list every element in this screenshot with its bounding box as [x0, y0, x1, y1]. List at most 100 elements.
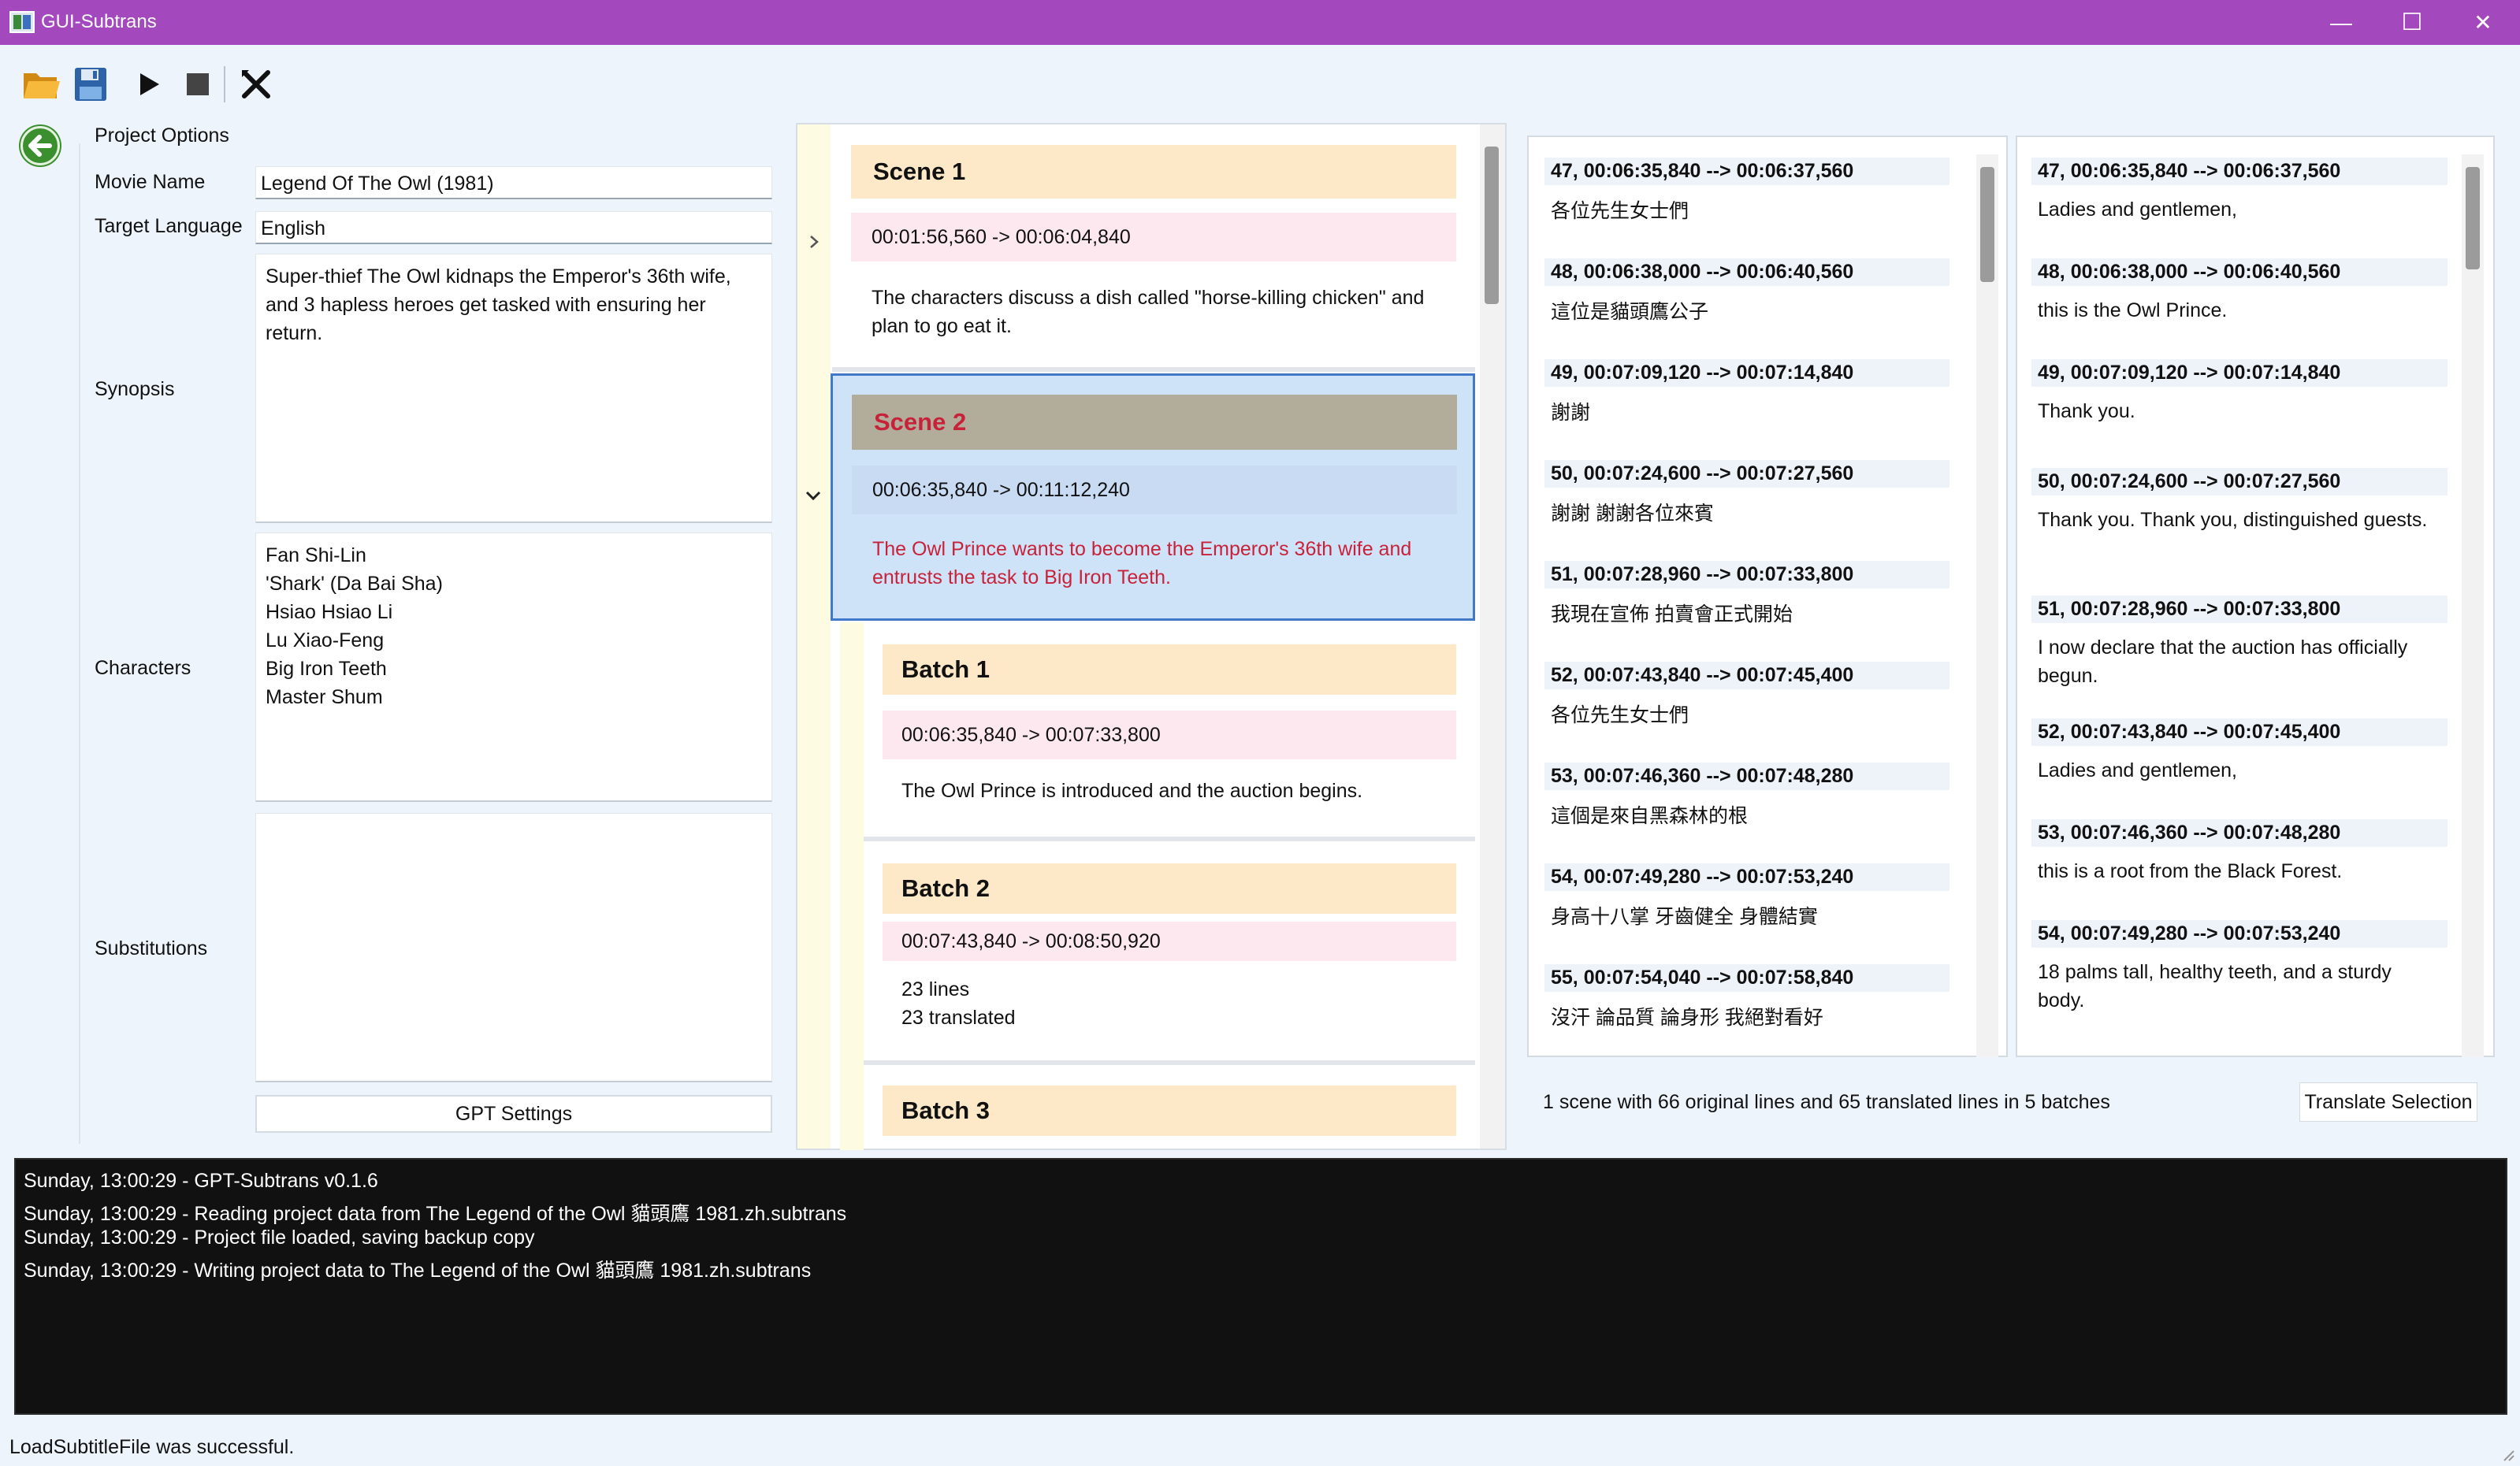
- scene-title: Scene 2: [852, 395, 1457, 450]
- project-options-frame: [79, 143, 80, 1144]
- gpt-settings-button[interactable]: GPT Settings: [255, 1095, 772, 1133]
- scene1-expand-toggle[interactable]: [805, 233, 823, 254]
- translated-line-text[interactable]: Thank you. Thank you, distinguished gues…: [2031, 506, 2441, 534]
- translated-line-header[interactable]: 49, 00:07:09,120 --> 00:07:14,840: [2031, 359, 2448, 387]
- window-title: GUI-Subtrans: [41, 11, 157, 32]
- scene2-collapse-toggle[interactable]: [804, 487, 823, 508]
- original-line-header[interactable]: 49, 00:07:09,120 --> 00:07:14,840: [1544, 359, 1949, 387]
- original-scrollbar-thumb[interactable]: [1980, 167, 1994, 282]
- translated-line-header[interactable]: 54, 00:07:49,280 --> 00:07:53,240: [2031, 920, 2448, 948]
- synopsis-input[interactable]: Super-thief The Owl kidnaps the Emperor'…: [255, 254, 772, 523]
- batch-title: Batch 3: [883, 1086, 1456, 1136]
- original-line-text[interactable]: 各位先生女士們: [1544, 195, 1954, 224]
- original-line-header[interactable]: 55, 00:07:54,040 --> 00:07:58,840: [1544, 964, 1949, 992]
- original-line-text[interactable]: 謝謝 謝謝各位來賓: [1544, 498, 1954, 526]
- original-line-text[interactable]: 謝謝: [1544, 397, 1954, 425]
- start-translating-button[interactable]: [126, 61, 172, 107]
- close-button[interactable]: ✕: [2448, 0, 2518, 45]
- translated-line-text[interactable]: this is the Owl Prince.: [2031, 296, 2441, 325]
- log-line: Sunday, 13:00:29 - Reading project data …: [24, 1203, 847, 1225]
- original-line-header[interactable]: 52, 00:07:43,840 --> 00:07:45,400: [1544, 662, 1949, 689]
- substitutions-label: Substitutions: [95, 937, 208, 959]
- log-line: Sunday, 13:00:29 - GPT-Subtrans v0.1.6: [24, 1170, 378, 1192]
- folder-open-icon: [24, 73, 60, 98]
- arrow-left-icon: [28, 135, 52, 157]
- original-line-header[interactable]: 53, 00:07:46,360 --> 00:07:48,280: [1544, 763, 1949, 790]
- tree-scrollbar-thumb[interactable]: [1485, 147, 1499, 304]
- translated-line-header[interactable]: 50, 00:07:24,600 --> 00:07:27,560: [2031, 468, 2448, 495]
- title-bar: GUI-Subtrans — ☐ ✕: [0, 0, 2520, 45]
- quit-x-icon: [242, 70, 270, 98]
- scene-title: Scene 1: [851, 145, 1456, 199]
- original-line-header[interactable]: 51, 00:07:28,960 --> 00:07:33,800: [1544, 561, 1949, 588]
- substitutions-input[interactable]: [255, 813, 772, 1082]
- batch-summary: 23 lines 23 translated: [901, 978, 1016, 1029]
- stop-icon: [187, 73, 209, 95]
- translated-line-header[interactable]: 48, 00:06:38,000 --> 00:06:40,560: [2031, 258, 2448, 286]
- status-bar-message: LoadSubtitleFile was successful.: [9, 1436, 295, 1458]
- movie-name-input[interactable]: Legend Of The Owl (1981): [255, 166, 772, 199]
- original-scrollbar[interactable]: [1976, 154, 1998, 1057]
- original-line-text[interactable]: 這位是貓頭鷹公子: [1544, 296, 1954, 325]
- translated-line-text[interactable]: Thank you.: [2031, 397, 2441, 425]
- translated-line-header[interactable]: 53, 00:07:46,360 --> 00:07:48,280: [2031, 819, 2448, 847]
- minimize-button[interactable]: —: [2306, 0, 2377, 45]
- original-line-text[interactable]: 各位先生女士們: [1544, 700, 1954, 728]
- translated-line-text[interactable]: Ladies and gentlemen,: [2031, 756, 2441, 785]
- scene-time: 00:01:56,560 -> 00:06:04,840: [851, 213, 1456, 262]
- batch-card-3[interactable]: Batch 3: [864, 1067, 1475, 1149]
- toolbar-separator: [224, 66, 225, 102]
- original-line-header[interactable]: 48, 00:06:38,000 --> 00:06:40,560: [1544, 258, 1949, 286]
- batch-time: 00:06:35,840 -> 00:07:33,800: [883, 711, 1456, 759]
- original-line-header[interactable]: 47, 00:06:35,840 --> 00:06:37,560: [1544, 158, 1949, 185]
- open-project-button[interactable]: [19, 61, 65, 107]
- target-language-label: Target Language: [95, 215, 243, 237]
- save-project-button[interactable]: [68, 61, 113, 107]
- original-line-text[interactable]: 這個是來自黑森林的根: [1544, 800, 1954, 829]
- scene-time: 00:06:35,840 -> 00:11:12,240: [852, 466, 1457, 514]
- maximize-button[interactable]: ☐: [2377, 0, 2448, 45]
- translated-line-header[interactable]: 51, 00:07:28,960 --> 00:07:33,800: [2031, 596, 2448, 623]
- status-summary: 1 scene with 66 original lines and 65 tr…: [1543, 1091, 2110, 1113]
- characters-label: Characters: [95, 657, 191, 679]
- translated-line-text[interactable]: I now declare that the auction has offic…: [2031, 633, 2441, 690]
- scene-card-2[interactable]: Scene 2 00:06:35,840 -> 00:11:12,240 The…: [831, 373, 1475, 621]
- size-grip[interactable]: [2500, 1446, 2515, 1462]
- floppy-save-icon: [75, 68, 106, 101]
- log-line: Sunday, 13:00:29 - Project file loaded, …: [24, 1227, 535, 1249]
- app-icon: [9, 11, 35, 33]
- translated-line-text[interactable]: this is a root from the Black Forest.: [2031, 857, 2441, 885]
- back-button[interactable]: [20, 126, 60, 165]
- play-icon: [140, 73, 159, 95]
- batch-card-2[interactable]: Batch 2 00:07:43,840 -> 00:08:50,920 23 …: [864, 844, 1475, 1065]
- translated-line-text[interactable]: 18 palms tall, healthy teeth, and a stur…: [2031, 958, 2441, 1015]
- original-line-text[interactable]: 沒汗 論品質 論身形 我絕對看好: [1544, 1002, 1954, 1030]
- quit-button[interactable]: [233, 61, 279, 107]
- log-line: Sunday, 13:00:29 - Writing project data …: [24, 1260, 812, 1282]
- translated-line-header[interactable]: 47, 00:06:35,840 --> 00:06:37,560: [2031, 158, 2448, 185]
- characters-input[interactable]: Fan Shi-Lin 'Shark' (Da Bai Sha) Hsiao H…: [255, 533, 772, 802]
- synopsis-label: Synopsis: [95, 378, 175, 400]
- translated-scrollbar-thumb[interactable]: [2466, 167, 2480, 269]
- chevron-right-icon: [810, 236, 819, 248]
- resize-grip-icon: [2503, 1450, 2514, 1461]
- scene-card-1[interactable]: Scene 1 00:01:56,560 -> 00:06:04,840 The…: [832, 126, 1475, 372]
- original-line-header[interactable]: 50, 00:07:24,600 --> 00:07:27,560: [1544, 460, 1949, 488]
- target-language-input[interactable]: English: [255, 211, 772, 244]
- original-line-text[interactable]: 身高十八掌 牙齒健全 身體結實: [1544, 901, 1954, 930]
- batch-card-1[interactable]: Batch 1 00:06:35,840 -> 00:07:33,800 The…: [864, 622, 1475, 841]
- translate-selection-button[interactable]: Translate Selection: [2299, 1082, 2477, 1122]
- translated-line-text[interactable]: Ladies and gentlemen,: [2031, 195, 2441, 224]
- movie-name-label: Movie Name: [95, 171, 206, 193]
- original-line-header[interactable]: 54, 00:07:49,280 --> 00:07:53,240: [1544, 863, 1949, 891]
- batch-title: Batch 1: [883, 644, 1456, 695]
- batch-summary: The Owl Prince is introduced and the auc…: [901, 780, 1363, 802]
- translated-line-header[interactable]: 52, 00:07:43,840 --> 00:07:45,400: [2031, 718, 2448, 746]
- translated-scrollbar[interactable]: [2462, 154, 2484, 1057]
- batch-title: Batch 2: [883, 863, 1456, 914]
- stop-button[interactable]: [175, 61, 221, 107]
- chevron-down-icon: [805, 491, 821, 501]
- original-line-text[interactable]: 我現在宣佈 拍賣會正式開始: [1544, 599, 1954, 627]
- scene-summary: The characters discuss a dish called "ho…: [872, 287, 1425, 337]
- scene-summary: The Owl Prince wants to become the Emper…: [872, 538, 1412, 588]
